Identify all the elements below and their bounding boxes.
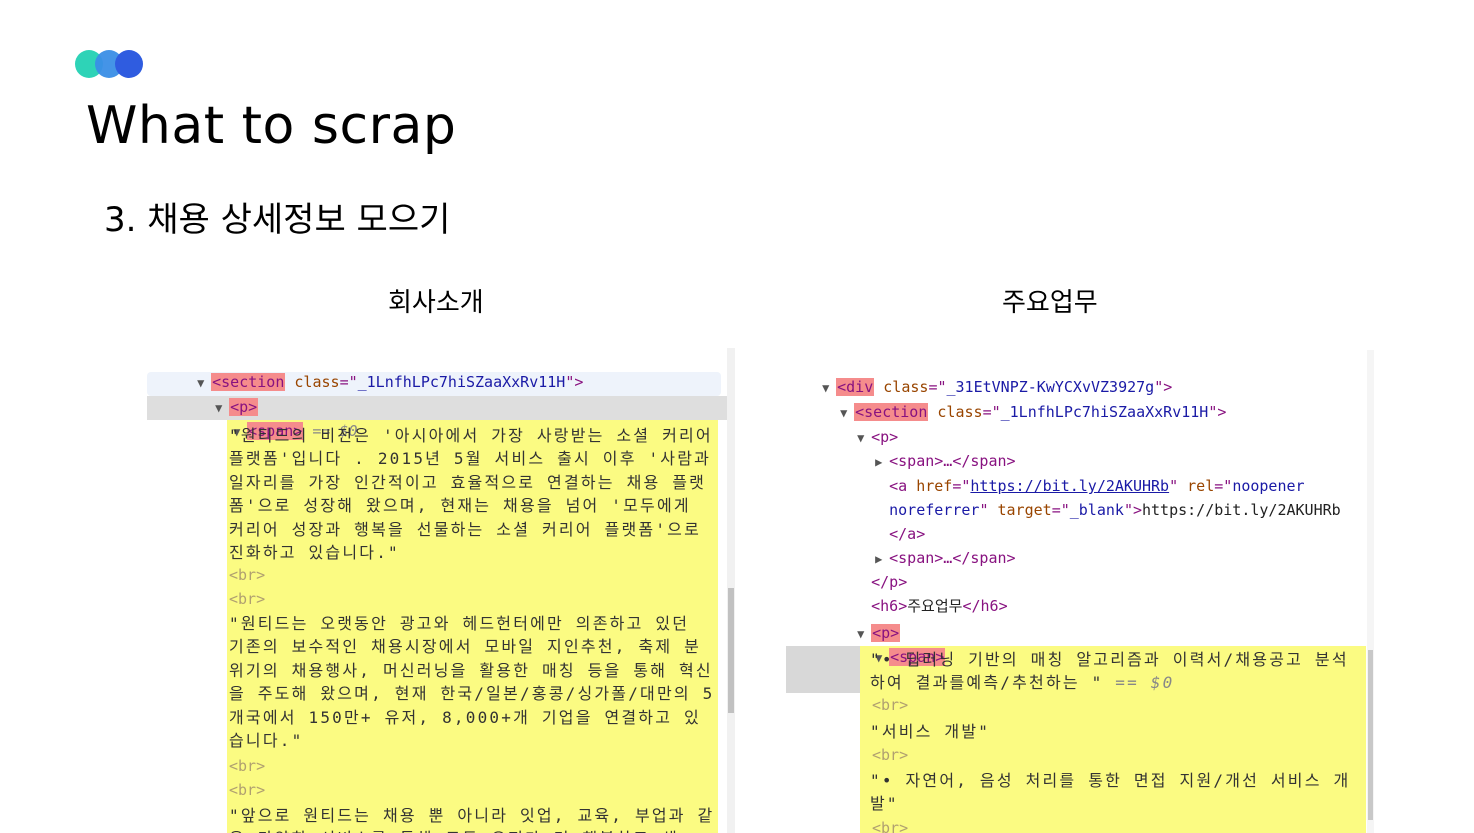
right-column-label: 주요업무 (1002, 288, 1098, 318)
p-close[interactable]: </p> (835, 549, 907, 591)
span-node[interactable]: ▼ <span> == $0 (197, 398, 358, 440)
text-item-3[interactable]: "• 자연어, 음성 처리를 통한 면접 지원/개선 서비스 개발" (870, 769, 1364, 816)
br-tag[interactable]: <br> (872, 696, 908, 714)
br-tag[interactable]: <br> (872, 746, 908, 764)
text-node-2[interactable]: "원티드는 오랫동안 광고와 헤드헌터에만 의존하고 있던 기존의 보수적인 채… (229, 612, 717, 752)
slide-subtitle: 3. 채용 상세정보 모으기 (104, 200, 451, 240)
h6-node[interactable]: <h6>주요업무</h6> (835, 573, 1007, 615)
attr-name: class (937, 403, 983, 421)
attr-value: _blank (1069, 501, 1124, 519)
h6-text: 주요업무 (907, 597, 963, 615)
p-node[interactable]: ▼ <p> (179, 374, 259, 416)
span-collapsed-node[interactable]: ▶ <span>…</span> (839, 525, 1015, 567)
span-collapsed-node[interactable]: ▶ <span>…</span> (839, 428, 1015, 470)
devtools-elements-panel-left: ▼ <section class="_1LnfhLPc7hiSZaaXxRv11H… (147, 348, 735, 833)
left-column-label: 회사소개 (388, 288, 484, 318)
logo-dots (75, 50, 145, 78)
a-text: https://bit.ly/2AKUHRb (1142, 501, 1341, 519)
attr-value: _1LnfhLPc7hiSZaaXxRv11H (357, 373, 566, 391)
div-node[interactable]: ▼ <div class="_31EtVNPZ-KwYCXvVZ3927g"> (786, 354, 1172, 396)
br-tag[interactable]: <br> (229, 566, 265, 584)
attr-value: _1LnfhLPc7hiSZaaXxRv11H (1000, 403, 1209, 421)
p-node-2[interactable]: ▼ <p> (821, 600, 901, 642)
br-tag[interactable]: <br> (229, 590, 265, 608)
section-node[interactable]: ▼ <section class="_1LnfhLPc7hiSZaaXxRv11H… (804, 379, 1226, 421)
a-node-cont[interactable]: noreferrer" target="_blank">https://bit.… (853, 477, 1341, 519)
text-node-1[interactable]: "원티드의 비전은 '아시아에서 가장 사랑받는 소셜 커리어 플랫폼'입니다 … (229, 424, 717, 564)
scrollbar-thumb[interactable] (1368, 650, 1373, 820)
text-node-selected[interactable]: "• 딥러닝 기반의 매칭 알고리즘과 이력서/채용공고 분석하여 결과를예측/… (870, 648, 1364, 694)
selected-marker: == $0 (1115, 673, 1175, 692)
text-item-2[interactable]: "서비스 개발" (870, 720, 1364, 743)
a-close[interactable]: </a> (853, 501, 925, 543)
span-node[interactable]: ▼ <span> (839, 624, 946, 666)
attr-name: target (997, 501, 1052, 519)
scrollbar[interactable] (1367, 350, 1374, 833)
h6-close-tag: </h6> (962, 597, 1008, 615)
attr-name: class (294, 373, 340, 391)
a-node[interactable]: <a href="https://bit.ly/2AKUHRb" rel="no… (853, 453, 1304, 495)
br-tag[interactable]: <br> (229, 757, 265, 775)
devtools-elements-panel-right: ▼ <div class="_31EtVNPZ-KwYCXvVZ3927g"> ▼… (786, 350, 1374, 833)
logo-dot-indigo (115, 50, 143, 78)
section-node[interactable]: ▼ <section class="_1LnfhLPc7hiSZaaXxRv11H… (161, 349, 583, 391)
br-tag[interactable]: <br> (872, 819, 908, 833)
scrollbar[interactable] (727, 348, 735, 833)
br-tag[interactable]: <br> (229, 781, 265, 799)
span-collapsed: <span>…</span> (889, 549, 1016, 567)
text-item-1: "• 딥러닝 기반의 매칭 알고리즘과 이력서/채용공고 분석하여 결과를예측/… (870, 650, 1349, 692)
p-node[interactable]: ▼ <p> (821, 404, 898, 446)
scrollbar-thumb[interactable] (728, 588, 734, 713)
slide-title: What to scrap (86, 96, 457, 156)
text-node-3[interactable]: "앞으로 원티드는 채용 뿐 아니라 잇업, 교육, 부업과 같은 다양한 서비… (229, 804, 717, 833)
